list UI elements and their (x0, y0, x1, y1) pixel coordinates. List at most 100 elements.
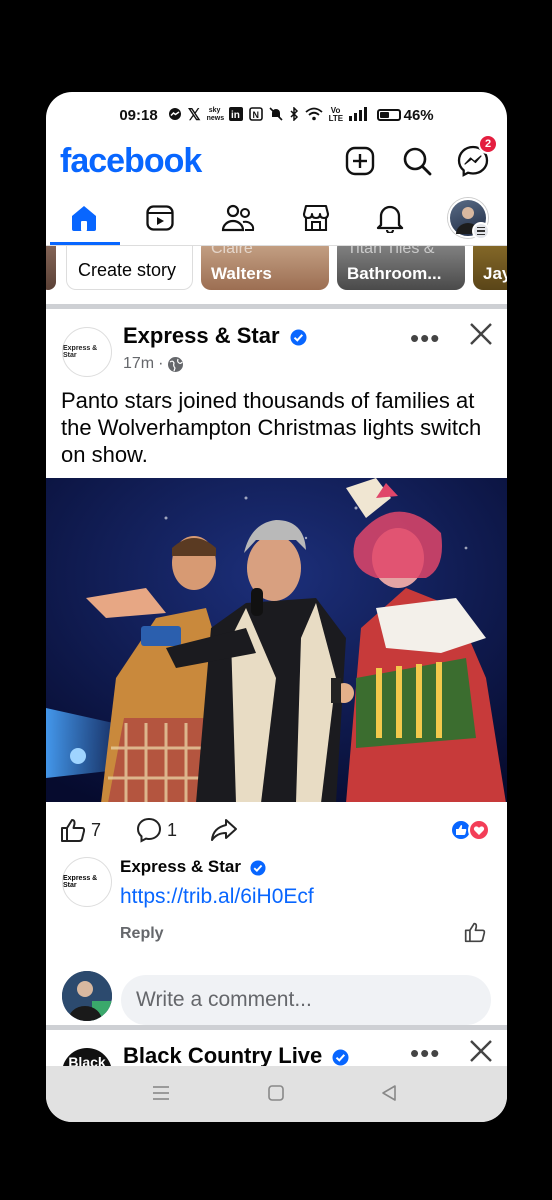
post-author-avatar[interactable]: Express & Star (62, 327, 112, 377)
bluetooth-icon (289, 105, 299, 124)
story-ghost-label: Titan Tiles & (347, 246, 435, 257)
tab-video[interactable] (130, 196, 190, 240)
nfc-icon: N (248, 106, 263, 124)
next-feed-post: Black Black Country Live ••• (46, 1030, 507, 1070)
story-label: Jay (483, 264, 507, 283)
active-tab-indicator (50, 242, 120, 245)
like-count: 7 (91, 819, 102, 840)
search-button[interactable] (398, 142, 436, 180)
back-system-button[interactable] (380, 1084, 398, 1107)
story-card[interactable]: Jay (473, 246, 507, 290)
thumbs-up-icon (464, 922, 486, 943)
main-tab-bar (46, 192, 507, 246)
dot-separator: · (158, 355, 164, 372)
post-author-name[interactable]: Express & Star (123, 323, 280, 348)
post-meta: 17m · (123, 355, 184, 373)
messenger-button[interactable]: 2 (454, 134, 498, 180)
recent-apps-button[interactable] (152, 1084, 170, 1107)
story-card[interactable]: Titan Tiles & Bathroom... (337, 246, 465, 290)
comment-count: 1 (167, 819, 178, 840)
comment-like-button[interactable] (464, 921, 486, 948)
tab-home[interactable] (54, 196, 114, 240)
video-icon (146, 205, 174, 231)
marketplace-icon (302, 204, 330, 232)
story-ghost-label: Claire (211, 246, 253, 257)
next-post-author-name[interactable]: Black Country Live (123, 1043, 322, 1068)
panto-stars-photo (46, 478, 507, 802)
comment-author-name[interactable]: Express & Star (120, 857, 241, 876)
post-time[interactable]: 17m (123, 355, 154, 373)
linkedin-icon: in (228, 106, 243, 124)
post-actions: 7 1 (46, 809, 507, 853)
friends-icon (221, 204, 255, 232)
status-icons: 𝕏 sky news in N Vo LTE 46% (168, 105, 434, 125)
back-triangle-icon (382, 1085, 396, 1101)
feed-divider (46, 304, 507, 309)
create-post-button[interactable] (341, 142, 379, 180)
story-card[interactable]: Claire Walters (201, 246, 329, 290)
create-story-button[interactable]: Create story (66, 246, 193, 290)
home-system-button[interactable] (267, 1084, 285, 1107)
share-button[interactable] (210, 817, 238, 843)
messenger-notification-icon (168, 107, 182, 124)
messenger-badge: 2 (478, 134, 498, 154)
tab-marketplace[interactable] (286, 196, 346, 240)
post-photo[interactable] (46, 478, 507, 802)
sky-news-icon: sky news (206, 107, 225, 122)
battery-icon (376, 109, 401, 121)
wifi-icon (305, 107, 323, 124)
comment-author-avatar[interactable]: Express & Star (62, 857, 112, 907)
reaction-summary[interactable] (450, 819, 492, 846)
home-icon (72, 206, 96, 231)
comment-input[interactable] (121, 975, 491, 1025)
globe-icon (168, 356, 184, 372)
verified-badge-icon (332, 1049, 349, 1066)
avatar-logo-text: Express & Star (63, 345, 98, 359)
stories-strip: Create story Claire Walters Titan Tiles … (46, 246, 507, 304)
svg-text:N: N (252, 110, 259, 120)
post-text: Panto stars joined thousands of families… (61, 388, 482, 467)
svg-text:in: in (231, 110, 240, 121)
comment-item: Express & Star Express & Star https://tr… (46, 857, 507, 967)
story-label: Walters (211, 264, 272, 283)
mute-bell-icon (269, 106, 283, 124)
close-icon (470, 1040, 492, 1062)
story-card-partial[interactable] (46, 246, 56, 290)
like-love-reactions-icon (450, 819, 490, 841)
comment-icon (136, 817, 162, 843)
signal-icon (348, 106, 367, 124)
tab-friends[interactable] (208, 196, 268, 240)
comment-author-row: Express & Star (120, 857, 266, 877)
status-time: 09:18 (119, 106, 158, 124)
app-header: facebook 2 (46, 134, 507, 188)
tab-notifications[interactable] (360, 196, 420, 240)
menu-icon (472, 222, 490, 240)
person-icon (62, 971, 112, 1021)
square-home-icon (268, 1085, 284, 1101)
reply-button[interactable]: Reply (120, 925, 164, 943)
post-more-button[interactable]: ••• (410, 323, 440, 354)
system-nav-bar (46, 1066, 507, 1122)
bell-icon (376, 205, 404, 233)
battery-percent: 46% (403, 106, 434, 124)
facebook-logo[interactable]: facebook (60, 142, 202, 181)
comment-link[interactable]: https://trib.al/6iH0Ecf (120, 885, 314, 909)
like-button[interactable]: 7 (60, 817, 101, 843)
verified-badge-icon (250, 859, 266, 876)
next-post-hide-button[interactable] (468, 1038, 494, 1069)
search-icon (403, 147, 432, 176)
comment-button[interactable]: 1 (136, 817, 177, 843)
share-icon (211, 819, 237, 841)
hide-post-button[interactable] (468, 321, 494, 352)
my-avatar (62, 971, 112, 1021)
avatar-logo-text: Express & Star (63, 875, 98, 889)
thumbs-up-icon (61, 819, 86, 842)
comment-composer (46, 965, 507, 1025)
menu-lines-icon (153, 1086, 169, 1100)
post-author-row: Express & Star (123, 323, 307, 349)
next-post-more-button[interactable]: ••• (410, 1038, 440, 1069)
tab-profile-menu[interactable] (438, 196, 498, 240)
verified-badge-icon (290, 329, 307, 346)
close-icon (470, 323, 492, 345)
volte-icon: Vo LTE (328, 106, 344, 123)
